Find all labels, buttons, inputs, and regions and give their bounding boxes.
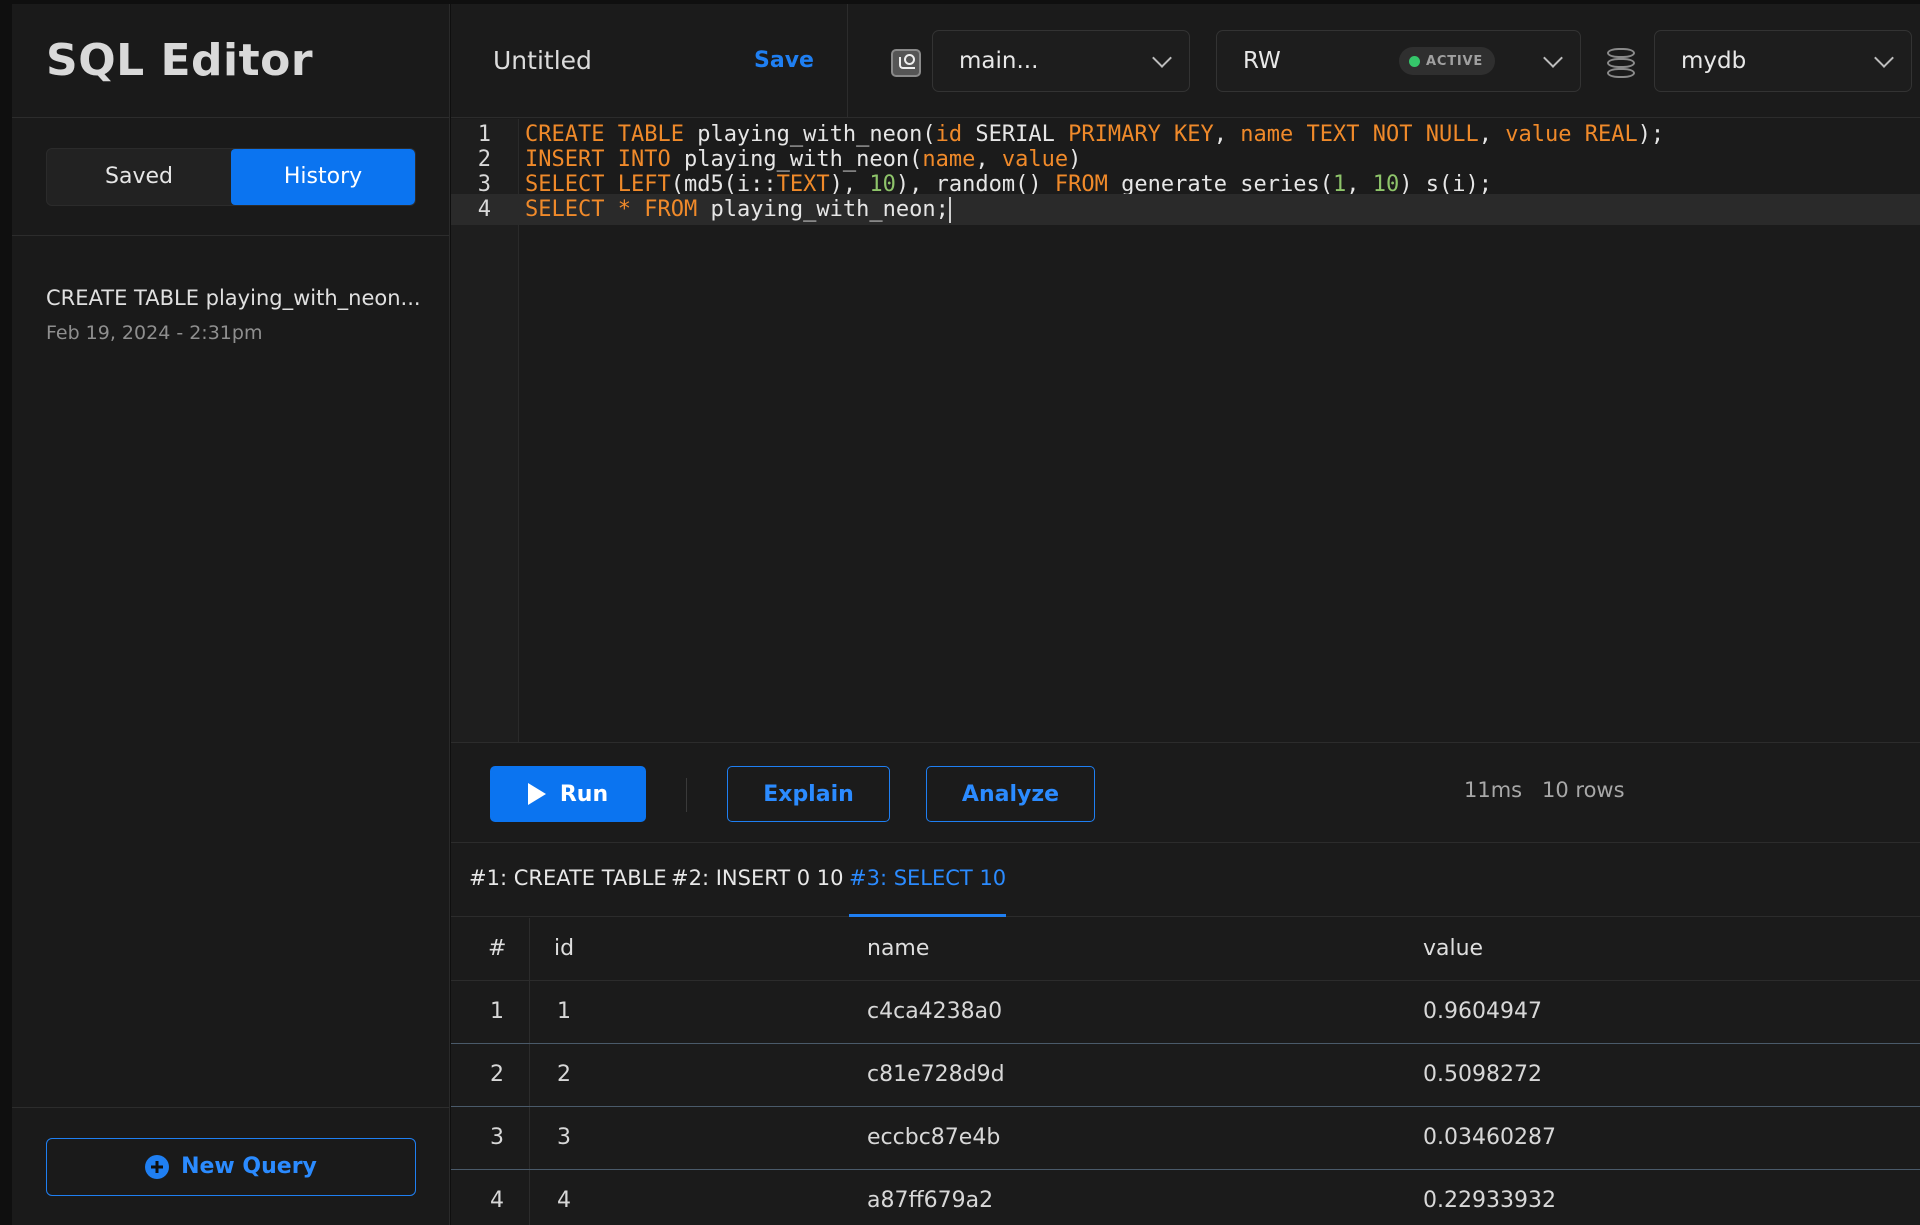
result-tab-3[interactable]: #3: SELECT 10: [849, 866, 1007, 917]
query-title[interactable]: Untitled: [493, 46, 592, 75]
history-item[interactable]: CREATE TABLE playing_with_neon... Feb 19…: [12, 236, 449, 344]
cell-id[interactable]: 4: [557, 1188, 571, 1213]
cell-name[interactable]: eccbc87e4b: [867, 1125, 1000, 1150]
column-header: #: [488, 936, 507, 961]
result-tabs: #1: CREATE TABLE #2: INSERT 0 10 #3: SEL…: [451, 844, 1920, 917]
cell-name[interactable]: c4ca4238a0: [867, 999, 1002, 1024]
result-tab-2[interactable]: #2: INSERT 0 10: [671, 866, 844, 917]
cell-id[interactable]: 3: [557, 1125, 571, 1150]
action-bar: Run Explain Analyze 11ms 10 rows: [451, 744, 1920, 843]
play-icon: [527, 783, 546, 805]
row-index: 2: [490, 1062, 504, 1087]
results-table: # id name value 1 1 c4ca4238a0 0.9604947…: [451, 918, 1920, 1225]
history-item-timestamp: Feb 19, 2024 - 2:31pm: [46, 322, 263, 344]
run-button-label: Run: [559, 781, 609, 807]
column-header[interactable]: name: [867, 936, 929, 961]
cell-id[interactable]: 2: [557, 1062, 571, 1087]
table-row[interactable]: 2 2 c81e728d9d 0.5098272: [451, 1044, 1920, 1107]
column-divider: [529, 918, 530, 980]
query-duration: 11ms: [1464, 778, 1523, 802]
action-divider: [686, 778, 687, 812]
database-select-value: mydb: [1681, 48, 1747, 74]
code-line-current[interactable]: 4 SELECT * FROM playing_with_neon;: [451, 194, 1920, 225]
table-row[interactable]: 4 4 a87ff679a2 0.22933932: [451, 1170, 1920, 1225]
history-item-query: CREATE TABLE playing_with_neon...: [46, 286, 421, 310]
chevron-down-icon: [1152, 48, 1172, 68]
history-tab[interactable]: History: [231, 148, 415, 205]
cell-name[interactable]: a87ff679a2: [867, 1188, 993, 1213]
database-select[interactable]: mydb: [1654, 30, 1912, 92]
column-divider: [529, 981, 530, 1043]
code-text: SELECT * FROM playing_with_neon;: [525, 196, 951, 223]
database-icon: [1607, 48, 1635, 78]
row-count: 10 rows: [1542, 778, 1625, 802]
saved-history-toggle: Saved History: [46, 147, 416, 206]
table-row[interactable]: 1 1 c4ca4238a0 0.9604947: [451, 981, 1920, 1044]
run-button[interactable]: Run: [490, 766, 646, 822]
analyze-button[interactable]: Analyze: [926, 766, 1095, 822]
code-editor[interactable]: 1 CREATE TABLE playing_with_neon(id SERI…: [451, 119, 1920, 743]
status-dot-icon: [1409, 55, 1420, 67]
cell-value[interactable]: 0.5098272: [1423, 1062, 1542, 1087]
row-index: 4: [490, 1188, 504, 1213]
cell-value[interactable]: 0.9604947: [1423, 999, 1542, 1024]
sidebar: SQL Editor Saved History CREATE TABLE pl…: [12, 4, 450, 1225]
column-divider: [529, 1107, 530, 1169]
column-header[interactable]: value: [1423, 936, 1483, 961]
cell-name[interactable]: c81e728d9d: [867, 1062, 1005, 1087]
new-query-button[interactable]: New Query: [46, 1137, 416, 1196]
explain-button[interactable]: Explain: [727, 766, 890, 822]
column-header[interactable]: id: [554, 936, 574, 961]
row-index: 3: [490, 1125, 504, 1150]
row-index: 1: [490, 999, 504, 1024]
saved-tab[interactable]: Saved: [47, 149, 231, 205]
status-badge: ACTIVE: [1399, 47, 1496, 75]
chevron-down-icon: [1543, 48, 1563, 68]
column-divider: [529, 1044, 530, 1106]
table-header-row: # id name value: [451, 918, 1920, 981]
main-panel: Untitled Save main... RW ACTIVE mydb 1 C…: [451, 4, 1920, 1225]
branch-select[interactable]: main...: [932, 30, 1190, 92]
compute-select-value: RW: [1243, 48, 1281, 74]
cell-value[interactable]: 0.03460287: [1423, 1125, 1556, 1150]
saved-history-toggle-wrap: Saved History: [12, 118, 449, 236]
branch-select-value: main...: [959, 48, 1039, 74]
line-number: 4: [477, 197, 491, 222]
plus-circle-icon: [145, 1154, 170, 1179]
sidebar-footer: New Query: [12, 1107, 449, 1225]
cell-id[interactable]: 1: [557, 999, 571, 1024]
cell-value[interactable]: 0.22933932: [1423, 1188, 1556, 1213]
chevron-down-icon: [1874, 48, 1894, 68]
sidebar-header: SQL Editor: [12, 4, 449, 118]
toolbar-divider: [847, 4, 848, 118]
new-query-label: New Query: [181, 1154, 317, 1179]
page-title: SQL Editor: [46, 35, 314, 86]
compute-select[interactable]: RW ACTIVE: [1216, 30, 1581, 92]
save-button[interactable]: Save: [754, 48, 814, 73]
column-divider: [529, 1170, 530, 1225]
status-badge-label: ACTIVE: [1426, 53, 1484, 69]
branch-icon: [891, 49, 921, 77]
text-caret: [948, 196, 951, 223]
editor-toolbar: Untitled Save main... RW ACTIVE mydb: [451, 4, 1920, 118]
result-tab-1[interactable]: #1: CREATE TABLE: [469, 866, 667, 917]
table-row[interactable]: 3 3 eccbc87e4b 0.03460287: [451, 1107, 1920, 1170]
